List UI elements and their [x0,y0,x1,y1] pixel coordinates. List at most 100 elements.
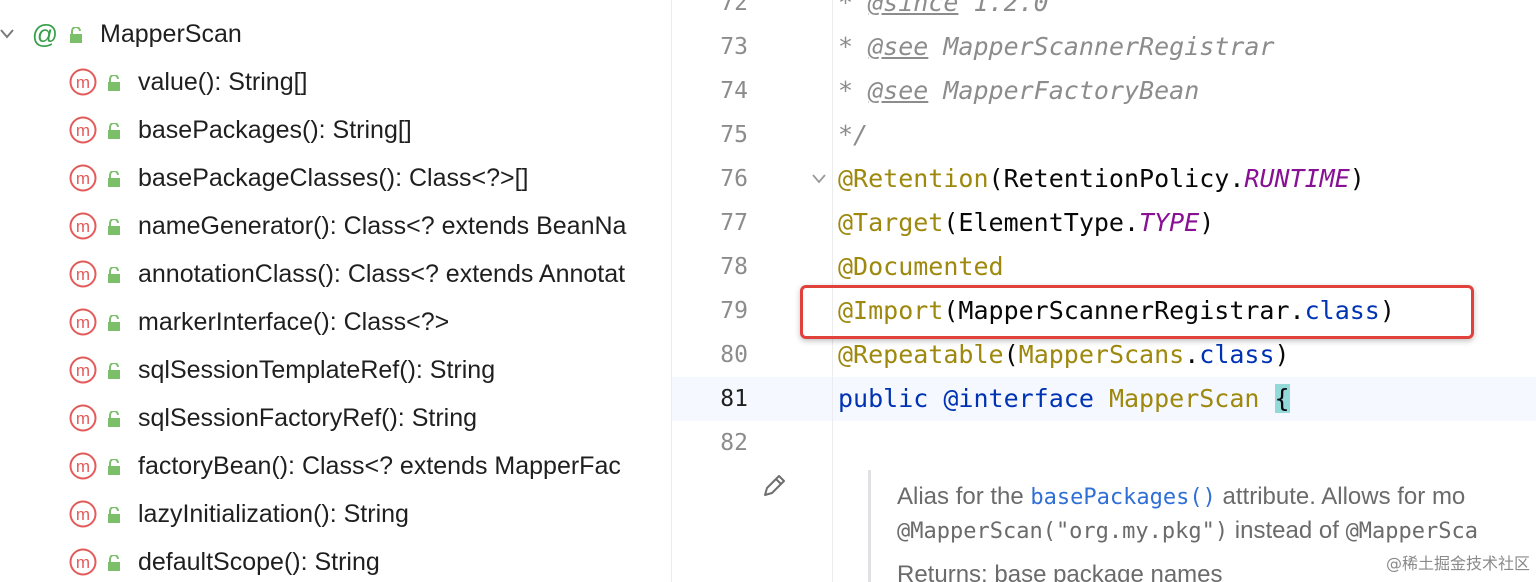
tree-method-item[interactable]: m basePackageClasses(): Class<?>[] [0,154,671,202]
code-content: @Repeatable(MapperScans.class) [838,339,1290,371]
tree-method-label: nameGenerator(): Class<? extends BeanNa [138,212,627,240]
code-line[interactable]: 76 @Retention(RetentionPolicy.RUNTIME) [672,158,1536,202]
tree-root-label: MapperScan [100,20,242,48]
line-number: 75 [720,122,748,148]
tree-method-item[interactable]: m sqlSessionTemplateRef(): String [0,346,671,394]
line-number: 72 [720,0,748,16]
lock-icon [108,219,120,235]
doc-text: Alias for the [897,483,1031,510]
pencil-icon[interactable] [760,472,788,500]
doc-line-3: Returns: base package names [897,561,1223,582]
code-token: MapperScannerRegistrar [928,32,1275,61]
method-icon: m [69,260,97,288]
doc-link-basepackages[interactable]: basePackages() [1030,485,1215,510]
tree-method-label: annotationClass(): Class<? extends Annot… [138,260,626,288]
fold-chevron-icon[interactable] [810,172,828,186]
tree-method-item[interactable]: m sqlSessionFactoryRef(): String [0,394,671,442]
line-number: 73 [720,34,748,60]
svg-text:m: m [76,73,90,92]
code-line[interactable]: 73 * @see MapperScannerRegistrar [672,26,1536,70]
tree-method-item[interactable]: m nameGenerator(): Class<? extends BeanNa [0,202,671,250]
tree-method-item[interactable]: m defaultScope(): String [0,538,671,582]
code-content: @Target(ElementType.TYPE) [838,207,1214,239]
code-token: */ [838,120,869,149]
line-number: 77 [720,210,748,236]
tree-root-mapperscan[interactable]: @ MapperScan [0,10,671,58]
code-token: * [838,76,869,105]
code-token: MapperScan [1108,384,1275,413]
code-token: ) [1349,164,1365,193]
code-token: public [838,384,944,413]
structure-panel: @ MapperScan m value(): String[] m basePack… [0,0,672,582]
code-token: @see [868,32,929,61]
tree-method-item[interactable]: m lazyInitialization(): String [0,490,671,538]
code-token: MapperFactoryBean [928,76,1200,105]
method-icon: m [69,116,97,144]
lock-icon [108,267,120,283]
line-number: 76 [720,166,748,192]
code-line[interactable]: 77 @Target(ElementType.TYPE) [672,202,1536,246]
method-icon: m [69,68,97,96]
method-icon: m [69,356,97,384]
tree-method-label: value(): String[] [138,68,308,96]
doc-code: @MapperSca [1345,519,1479,544]
code-content: public @interface MapperScan { [838,383,1290,415]
svg-text:m: m [76,505,90,524]
code-line[interactable]: 72 * @since 1.2.0 [672,0,1536,26]
code-token: * [838,0,869,17]
watermark: @稀土掘金技术社区 [1385,554,1530,573]
tree-method-item[interactable]: m basePackages(): String[] [0,106,671,154]
doc-text: instead of [1228,517,1346,544]
code-content: @Documented [838,251,1004,283]
svg-text:m: m [76,121,90,140]
line-number: 74 [720,78,748,104]
code-token: { [1274,384,1290,413]
code-token: @interface [943,384,1109,413]
code-token: . [1184,340,1200,369]
line-number: 82 [720,430,748,456]
method-icon: m [69,404,97,432]
import-highlight-box [800,285,1474,339]
line-number: 79 [720,298,748,324]
code-token: MapperScans [1018,340,1185,369]
code-line[interactable]: 75 */ [672,114,1536,158]
code-line[interactable]: 81 public @interface MapperScan { [672,378,1536,422]
svg-text:@: @ [32,20,58,49]
lock-icon [108,123,120,139]
code-line[interactable]: 82 [672,422,1536,466]
lock-icon [108,507,120,523]
tree-method-item[interactable]: m factoryBean(): Class<? extends MapperFa… [0,442,671,490]
code-token: ( [1003,340,1019,369]
code-token: TYPE [1139,208,1200,237]
svg-text:m: m [76,169,90,188]
code-token: @Retention [838,164,989,193]
tree-method-item[interactable]: m markerInterface(): Class<?> [0,298,671,346]
tree-method-label: sqlSessionTemplateRef(): String [138,356,496,384]
lock-icon [108,171,120,187]
method-icon: m [69,548,97,576]
code-content: */ [838,119,868,151]
annotation-icon: @ [32,20,58,49]
svg-text:m: m [76,409,90,428]
lock-icon [108,75,120,91]
tree-method-label: factoryBean(): Class<? extends MapperFac [138,452,621,480]
tree-method-item[interactable]: m value(): String[] [0,58,671,106]
code-line[interactable]: 78 @Documented [672,246,1536,290]
method-icon: m [69,500,97,528]
code-token: @Repeatable [838,340,1004,369]
code-editor[interactable]: 72 * @since 1.2.0 73 * @see MapperScanner… [672,0,1536,582]
tree-method-label: defaultScope(): String [138,548,380,576]
code-line[interactable]: 74 * @see MapperFactoryBean [672,70,1536,114]
code-token: @Documented [838,252,1004,281]
code-line[interactable]: 80 @Repeatable(MapperScans.class) [672,334,1536,378]
tree-method-item[interactable]: m annotationClass(): Class<? extends Anno… [0,250,671,298]
lock-icon [70,27,82,43]
chevron-down-icon[interactable] [0,24,14,44]
tree-method-label: basePackages(): String[] [138,116,412,144]
method-icon: m [69,212,97,240]
svg-text:m: m [76,457,90,476]
lock-icon [108,411,120,427]
code-token: 1.2.0 [958,0,1049,17]
method-icon: m [69,452,97,480]
lock-icon [108,555,120,571]
